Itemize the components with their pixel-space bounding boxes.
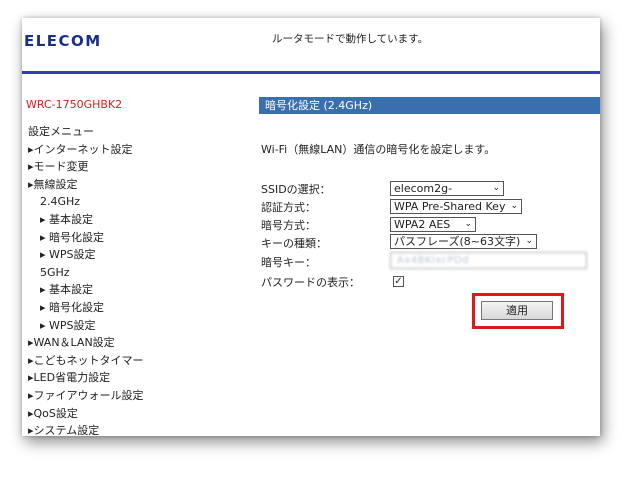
menu-group-24ghz: 2.4GHz	[40, 195, 81, 209]
keytype-value: パスフレーズ(8~63文字)	[394, 235, 521, 248]
menu-title: 設定メニュー	[28, 125, 94, 138]
enc-select[interactable]: WPA2 AES ⌄	[390, 217, 476, 232]
menu-item-qos[interactable]: ▸QoS設定	[28, 405, 144, 423]
router-admin-window: ELECOM ルータモードで動作しています。 WRC-1750GHBK2 設定メ…	[22, 18, 600, 436]
menu-item-24-wps[interactable]: ▸ WPS設定	[28, 246, 144, 264]
menu-group-5ghz: 5GHz	[40, 265, 70, 279]
key-label: 暗号キー：	[261, 256, 316, 269]
auth-select[interactable]: WPA Pre-Shared Key ⌄	[390, 199, 522, 214]
menu-item-kids-timer[interactable]: ▸こどもネットタイマー	[28, 352, 144, 370]
menu-item-led[interactable]: ▸LED省電力設定	[28, 369, 144, 387]
auth-label: 認証方式：	[261, 201, 316, 214]
menu-item-mode[interactable]: ▸モード変更	[28, 158, 144, 176]
chevron-down-icon: ⌄	[492, 183, 500, 193]
header-divider	[22, 71, 600, 74]
show-password-checkbox[interactable]: ✓	[393, 276, 404, 287]
section-title: 暗号化設定 (2.4GHz)	[259, 97, 600, 114]
menu-item-5-basic[interactable]: ▸ 基本設定	[28, 281, 144, 299]
menu-item-internet[interactable]: ▸インターネット設定	[28, 141, 144, 159]
enc-label: 暗号方式：	[261, 219, 316, 232]
elecom-logo: ELECOM	[24, 32, 102, 50]
menu-item-5-encryption[interactable]: ▸ 暗号化設定	[28, 299, 144, 317]
menu-item-24-encryption[interactable]: ▸ 暗号化設定	[28, 229, 144, 247]
settings-menu: 設定メニュー ▸インターネット設定 ▸モード変更 ▸無線設定 2.4GHz ▸ …	[28, 123, 144, 436]
show-password-label: パスワードの表示：	[261, 276, 360, 289]
menu-item-wan-lan[interactable]: ▸WAN＆LAN設定	[28, 334, 144, 352]
ssid-label: SSIDの選択：	[261, 183, 331, 196]
menu-item-5-wps[interactable]: ▸ WPS設定	[28, 317, 144, 335]
chevron-down-icon: ⌄	[464, 219, 472, 229]
chevron-down-icon: ⌄	[510, 201, 518, 211]
keytype-label: キーの種類：	[261, 237, 327, 250]
menu-item-wireless[interactable]: ▸無線設定	[28, 176, 144, 194]
model-name: WRC-1750GHBK2	[26, 98, 123, 111]
apply-button[interactable]: 適用	[481, 301, 553, 320]
encryption-key-input[interactable]: Ax4BKlxcPDd	[390, 252, 587, 269]
chevron-down-icon: ⌄	[525, 236, 533, 246]
menu-item-firewall[interactable]: ▸ファイアウォール設定	[28, 387, 144, 405]
menu-item-24-basic[interactable]: ▸ 基本設定	[28, 211, 144, 229]
ssid-select[interactable]: elecom2g- ⌄	[390, 181, 504, 196]
ssid-value: elecom2g-	[394, 182, 453, 195]
auth-value: WPA Pre-Shared Key	[394, 200, 506, 213]
keytype-select[interactable]: パスフレーズ(8~63文字) ⌄	[390, 234, 537, 249]
menu-item-system[interactable]: ▸システム設定	[28, 422, 144, 436]
section-description: Wi-Fi（無線LAN）通信の暗号化を設定します。	[261, 143, 496, 156]
mode-status-text: ルータモードで動作しています。	[272, 33, 429, 45]
enc-value: WPA2 AES	[394, 218, 451, 231]
